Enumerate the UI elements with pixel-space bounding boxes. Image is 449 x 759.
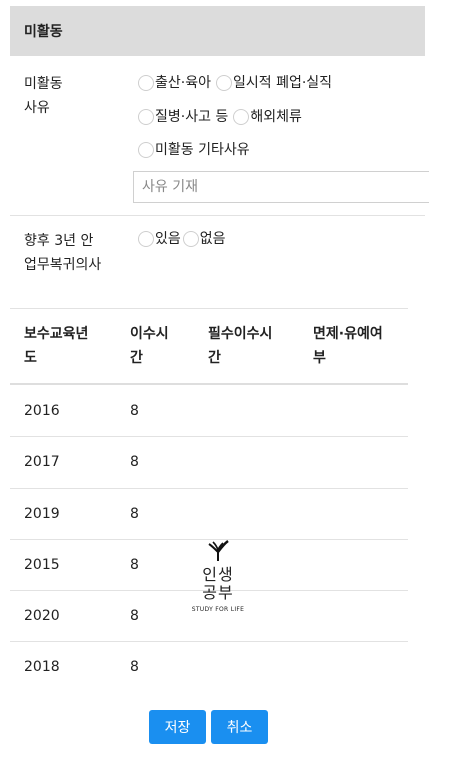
column-header-year: 보수교육년 도 [24,326,89,366]
column-header-hours: 이수시 간 [130,326,169,366]
year-cell: 2015 [24,557,60,573]
year-cell: 2020 [24,608,60,624]
section-header: 미활동 [10,6,425,56]
section-title: 미활동 [24,24,63,40]
radio-circle-icon[interactable] [233,109,250,125]
reason-input[interactable] [133,171,429,203]
reason-radio-line-1: 출산·육아 일시적 폐업·실직 [138,73,337,93]
radio-other-reason[interactable]: 미활동 기타사유 [138,140,250,160]
hours-cell: 8 [130,403,139,419]
radio-circle-icon[interactable] [138,75,154,91]
radio-yes[interactable]: 있음 [138,229,181,249]
save-button[interactable]: 저장 [149,710,206,744]
hours-cell: 8 [130,506,139,522]
divider [10,308,408,309]
radio-circle-icon[interactable] [138,109,154,125]
reason-radio-line-3: 미활동 기타사유 [138,140,255,160]
hours-cell: 8 [130,557,139,573]
watermark-line1: 인생 [202,565,234,584]
inactive-reason-label: 미활동 사유 [24,76,63,116]
row-divider [10,488,408,489]
column-header-required-hours: 필수이수시 간 [208,326,273,366]
radio-circle-icon[interactable] [215,75,232,91]
watermark-subtitle: STUDY FOR LIFE [191,606,245,613]
hours-cell: 8 [130,454,139,470]
row-divider [10,641,408,642]
year-cell: 2018 [24,659,60,675]
radio-childbirth[interactable]: 출산·육아 [138,73,211,93]
divider [10,215,425,216]
hours-cell: 8 [130,608,139,624]
reason-radio-line-2: 질병·사고 등 해외체류 [138,107,307,127]
sprout-icon [208,540,229,561]
row-divider [10,436,408,437]
year-cell: 2017 [24,454,60,470]
radio-overseas[interactable]: 해외체류 [233,107,302,127]
watermark-logo: 인생 공부 STUDY FOR LIFE [178,540,258,613]
radio-no[interactable]: 없음 [182,229,226,249]
radio-circle-icon[interactable] [138,231,154,247]
watermark-line2: 공부 [202,583,234,602]
hours-cell: 8 [130,659,139,675]
radio-circle-icon[interactable] [182,231,199,247]
radio-illness[interactable]: 질병·사고 등 [138,107,228,127]
radio-temporary-closure[interactable]: 일시적 폐업·실직 [215,73,332,93]
return-intent-radios: 있음 없음 [138,229,231,249]
return-intent-label: 향후 3년 안 업무복귀의사 [24,233,102,273]
radio-circle-icon[interactable] [138,142,154,158]
cancel-button[interactable]: 취소 [211,710,268,744]
column-header-exemption: 면제·유예여 부 [313,326,383,366]
table-header-divider [10,383,408,385]
year-cell: 2016 [24,403,60,419]
year-cell: 2019 [24,506,60,522]
